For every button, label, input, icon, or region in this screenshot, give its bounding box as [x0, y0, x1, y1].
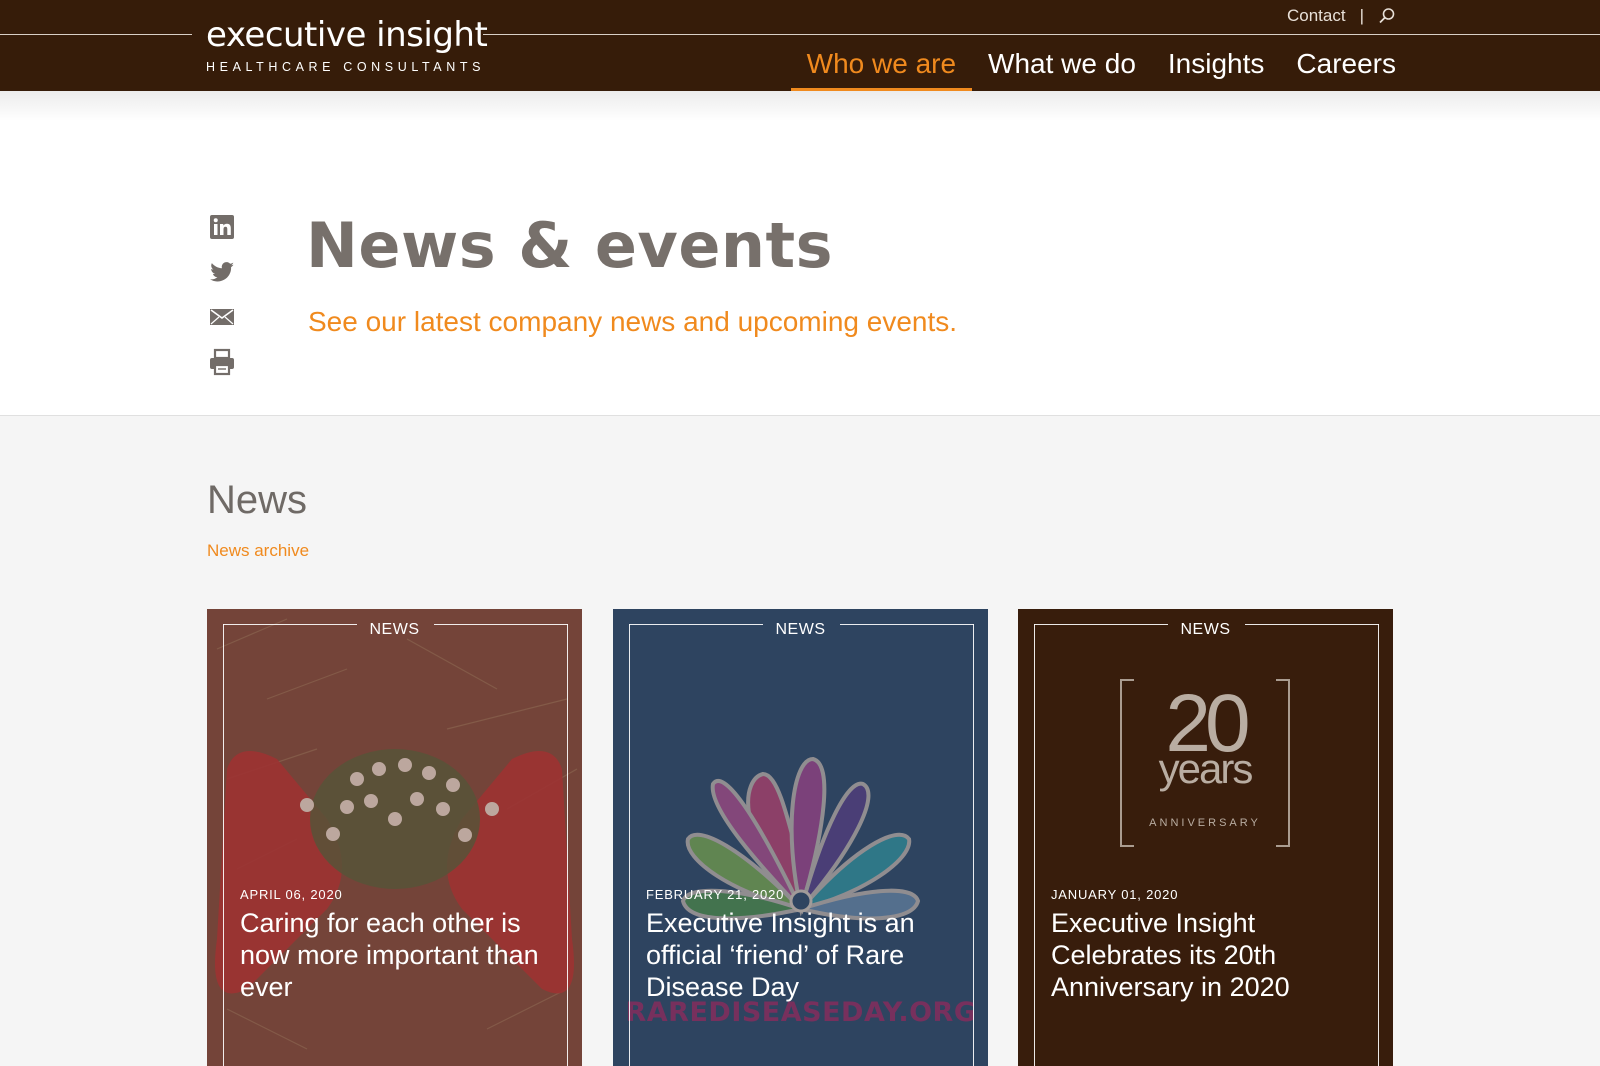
- site-logo[interactable]: executive insight HEALTHCARE CONSULTANTS: [206, 15, 488, 74]
- card-date: JANUARY 01, 2020: [1051, 887, 1179, 902]
- news-archive-link[interactable]: News archive: [207, 541, 309, 561]
- card-category: NEWS: [1180, 621, 1231, 638]
- logo-name: executive insight: [206, 15, 488, 55]
- header-divider-left: [0, 34, 192, 35]
- page-hero: News & events See our latest company new…: [0, 91, 1600, 416]
- linkedin-icon[interactable]: [208, 213, 236, 241]
- utility-separator: |: [1359, 6, 1364, 25]
- email-icon[interactable]: [208, 303, 236, 331]
- hero-shadow: [0, 91, 1600, 121]
- card-title: Executive Insight is an official ‘friend…: [646, 908, 915, 1002]
- news-card[interactable]: NEWS APRIL 06, 2020 Caring for each othe…: [207, 609, 582, 1066]
- main-nav: Who we are What we do Insights Careers: [790, 36, 1396, 91]
- nav-who-we-are[interactable]: Who we are: [790, 36, 973, 91]
- news-card[interactable]: NEWS 20 years ANNIVERSARY JANUARY 01, 20…: [1018, 609, 1393, 1066]
- logo-tagline: HEALTHCARE CONSULTANTS: [206, 60, 486, 74]
- nav-insights[interactable]: Insights: [1152, 36, 1281, 91]
- nav-what-we-do[interactable]: What we do: [972, 36, 1152, 91]
- contact-link[interactable]: Contact: [1287, 6, 1346, 26]
- page-title: News & events: [306, 209, 834, 282]
- nav-careers[interactable]: Careers: [1280, 36, 1396, 91]
- anniversary-badge: 20 years ANNIVERSARY: [1120, 679, 1290, 847]
- twitter-icon[interactable]: [208, 258, 236, 286]
- header-divider-right: [483, 34, 1600, 35]
- card-category: NEWS: [369, 621, 420, 638]
- share-bar: [208, 213, 238, 393]
- badge-caption: ANNIVERSARY: [1149, 817, 1261, 829]
- search-icon[interactable]: [1378, 7, 1396, 25]
- badge-word: years: [1158, 745, 1254, 792]
- news-heading: News: [207, 478, 308, 522]
- card-category: NEWS: [775, 621, 826, 638]
- page-subtitle: See our latest company news and upcoming…: [308, 306, 958, 337]
- utility-bar: Contact |: [1287, 6, 1396, 26]
- card-date: FEBRUARY 21, 2020: [646, 887, 785, 902]
- card-date: APRIL 06, 2020: [240, 887, 343, 902]
- card-title: Caring for each other is now more import…: [240, 908, 539, 1002]
- site-header: executive insight HEALTHCARE CONSULTANTS…: [0, 0, 1600, 91]
- news-card[interactable]: RAREDISEASEDAY.ORG NEWS FEBRUARY 21, 202…: [613, 609, 988, 1066]
- card-title: Executive Insight Celebrates its 20th An…: [1051, 908, 1290, 1002]
- print-icon[interactable]: [208, 348, 236, 376]
